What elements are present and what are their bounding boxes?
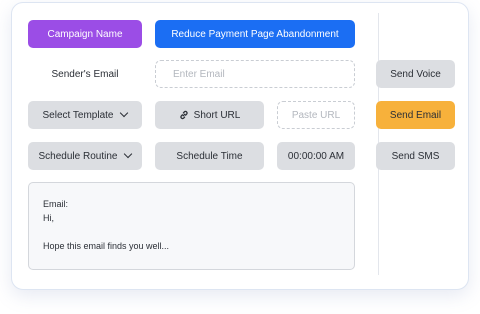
send-sms-button[interactable]: Send SMS [376, 142, 455, 170]
email-preview-textarea[interactable]: Email: Hi, Hope this email finds you wel… [28, 182, 355, 270]
sender-email-input[interactable]: Enter Email [155, 60, 355, 88]
time-value-field[interactable]: 00:00:00 AM [277, 142, 355, 170]
send-email-button[interactable]: Send Email [376, 101, 455, 129]
link-icon [179, 110, 189, 120]
sender-email-label: Sender's Email [51, 68, 119, 80]
email-preview-line-2: Hi, [43, 213, 54, 223]
email-preview-line-1: Email: [43, 199, 69, 209]
schedule-routine-label: Schedule Routine [38, 150, 118, 162]
send-voice-button[interactable]: Send Voice [376, 60, 455, 88]
short-url-button[interactable]: Short URL [155, 101, 264, 129]
paste-url-input[interactable]: Paste URL [277, 101, 355, 129]
chevron-down-icon [120, 108, 129, 118]
campaign-name-label: Campaign Name [28, 20, 142, 48]
select-template-label: Select Template [42, 109, 114, 121]
select-template-dropdown[interactable]: Select Template [28, 101, 142, 129]
short-url-label: Short URL [193, 109, 241, 121]
schedule-routine-dropdown[interactable]: Schedule Routine [28, 142, 142, 170]
chevron-down-icon [124, 149, 133, 159]
email-preview-line-3: Hope this email finds you well... [43, 241, 170, 251]
campaign-name-value[interactable]: Reduce Payment Page Abandonment [155, 20, 355, 48]
schedule-time-button[interactable]: Schedule Time [155, 142, 264, 170]
